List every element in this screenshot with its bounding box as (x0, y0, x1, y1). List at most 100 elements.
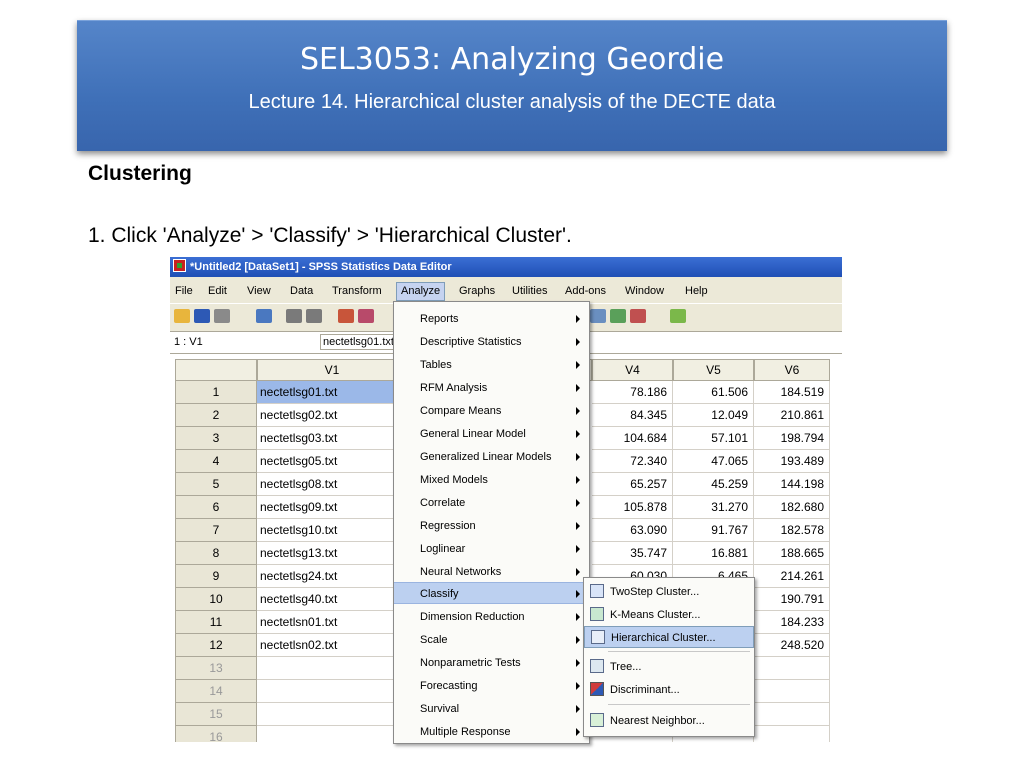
cell-v6[interactable] (754, 680, 830, 703)
cell-v1[interactable]: nectetlsg02.txt (257, 404, 407, 427)
print-icon[interactable] (214, 309, 230, 323)
show-all-icon[interactable] (630, 309, 646, 323)
save-icon[interactable] (194, 309, 210, 323)
cell-v6[interactable]: 190.791 (754, 588, 830, 611)
menu-graphs[interactable]: Graphs (459, 285, 495, 297)
cell-v1[interactable]: nectetlsn02.txt (257, 634, 407, 657)
cell-v1[interactable]: nectetlsg40.txt (257, 588, 407, 611)
column-header-v4[interactable]: V4 (592, 359, 673, 381)
cell-v5[interactable]: 61.506 (673, 381, 754, 404)
cell-v4[interactable]: 72.340 (592, 450, 673, 473)
submenu-item-nearest-neighbor[interactable]: Nearest Neighbor... (584, 710, 754, 732)
cell-v1[interactable]: nectetlsg05.txt (257, 450, 407, 473)
menu-item-dimension-reduction[interactable]: Dimension Reduction (394, 606, 589, 628)
submenu-item-tree[interactable]: Tree... (584, 656, 754, 678)
menu-item-classify[interactable]: Classify (394, 582, 589, 604)
cell-v6[interactable]: 144.198 (754, 473, 830, 496)
menu-item-multiple-response[interactable]: Multiple Response (394, 721, 589, 743)
row-number[interactable]: 10 (175, 588, 257, 611)
cell-v6[interactable] (754, 726, 830, 742)
menu-item-nonparametric-tests[interactable]: Nonparametric Tests (394, 652, 589, 674)
menu-item-general-linear-model[interactable]: General Linear Model (394, 423, 589, 445)
submenu-item-hierarchical-cluster[interactable]: Hierarchical Cluster... (584, 626, 754, 648)
column-header-v1[interactable]: V1 (257, 359, 407, 381)
cell-v6[interactable]: 248.520 (754, 634, 830, 657)
cell-v4[interactable]: 63.090 (592, 519, 673, 542)
cell-v1[interactable]: nectetlsg10.txt (257, 519, 407, 542)
menu-item-tables[interactable]: Tables (394, 354, 589, 376)
cell-v1[interactable]: nectetlsg24.txt (257, 565, 407, 588)
menu-help[interactable]: Help (685, 285, 708, 297)
cell-v6[interactable]: 184.233 (754, 611, 830, 634)
cell-v1[interactable]: nectetlsg01.txt (257, 381, 407, 404)
cell-v4[interactable]: 104.684 (592, 427, 673, 450)
cell-v5[interactable]: 57.101 (673, 427, 754, 450)
cell-v5[interactable]: 12.049 (673, 404, 754, 427)
cell-v6[interactable]: 182.680 (754, 496, 830, 519)
menu-analyze[interactable]: Analyze (396, 282, 446, 301)
menu-data[interactable]: Data (290, 285, 313, 297)
row-number[interactable]: 13 (175, 657, 257, 680)
row-number[interactable]: 3 (175, 427, 257, 450)
dialog-recall-icon[interactable] (256, 309, 272, 323)
cell-v4[interactable]: 84.345 (592, 404, 673, 427)
cell-v4[interactable]: 65.257 (592, 473, 673, 496)
menu-file[interactable]: File (175, 285, 193, 297)
row-number[interactable]: 11 (175, 611, 257, 634)
menu-item-compare-means[interactable]: Compare Means (394, 400, 589, 422)
menu-item-loglinear[interactable]: Loglinear (394, 538, 589, 560)
goto-variable-icon[interactable] (358, 309, 374, 323)
menu-utilities[interactable]: Utilities (512, 285, 547, 297)
cell-v5[interactable]: 16.881 (673, 542, 754, 565)
cell-v6[interactable]: 198.794 (754, 427, 830, 450)
cell-v1[interactable]: nectetlsg03.txt (257, 427, 407, 450)
row-number[interactable]: 2 (175, 404, 257, 427)
window-title-bar[interactable]: *Untitled2 [DataSet1] - SPSS Statistics … (170, 257, 842, 277)
menu-window[interactable]: Window (625, 285, 664, 297)
row-number[interactable]: 7 (175, 519, 257, 542)
cell-v1[interactable]: nectetlsg13.txt (257, 542, 407, 565)
cell-v6[interactable]: 210.861 (754, 404, 830, 427)
menu-item-forecasting[interactable]: Forecasting (394, 675, 589, 697)
cell-v4[interactable]: 78.186 (592, 381, 673, 404)
cell-v1[interactable]: nectetlsn01.txt (257, 611, 407, 634)
row-number[interactable]: 16 (175, 726, 257, 742)
row-number[interactable]: 14 (175, 680, 257, 703)
row-number[interactable]: 1 (175, 381, 257, 404)
cell-v5[interactable]: 31.270 (673, 496, 754, 519)
menu-item-survival[interactable]: Survival (394, 698, 589, 720)
menu-edit[interactable]: Edit (208, 285, 227, 297)
cell-v6[interactable]: 214.261 (754, 565, 830, 588)
use-sets-icon[interactable] (610, 309, 626, 323)
menu-item-descriptive-statistics[interactable]: Descriptive Statistics (394, 331, 589, 353)
menu-item-generalized-linear-models[interactable]: Generalized Linear Models (394, 446, 589, 468)
goto-case-icon[interactable] (338, 309, 354, 323)
value-labels-icon[interactable] (590, 309, 606, 323)
cell-v6[interactable] (754, 703, 830, 726)
menu-item-mixed-models[interactable]: Mixed Models (394, 469, 589, 491)
menu-view[interactable]: View (247, 285, 271, 297)
row-number[interactable]: 4 (175, 450, 257, 473)
row-number[interactable]: 8 (175, 542, 257, 565)
spell-check-icon[interactable] (670, 309, 686, 323)
menu-item-correlate[interactable]: Correlate (394, 492, 589, 514)
redo-icon[interactable] (306, 309, 322, 323)
cell-v1[interactable] (257, 703, 407, 726)
cell-v6[interactable]: 188.665 (754, 542, 830, 565)
cell-v1[interactable] (257, 680, 407, 703)
cell-v5[interactable]: 91.767 (673, 519, 754, 542)
column-header-v6[interactable]: V6 (754, 359, 830, 381)
row-number[interactable]: 9 (175, 565, 257, 588)
cell-v6[interactable]: 184.519 (754, 381, 830, 404)
undo-icon[interactable] (286, 309, 302, 323)
cell-v6[interactable]: 193.489 (754, 450, 830, 473)
submenu-item-twostep-cluster[interactable]: TwoStep Cluster... (584, 581, 754, 603)
cell-v4[interactable]: 105.878 (592, 496, 673, 519)
menu-item-scale[interactable]: Scale (394, 629, 589, 651)
submenu-item-kmeans-cluster[interactable]: K-Means Cluster... (584, 604, 754, 626)
submenu-item-discriminant[interactable]: Discriminant... (584, 679, 754, 701)
cell-v1[interactable] (257, 726, 407, 742)
cell-v5[interactable]: 45.259 (673, 473, 754, 496)
menu-item-regression[interactable]: Regression (394, 515, 589, 537)
cell-v1[interactable]: nectetlsg08.txt (257, 473, 407, 496)
